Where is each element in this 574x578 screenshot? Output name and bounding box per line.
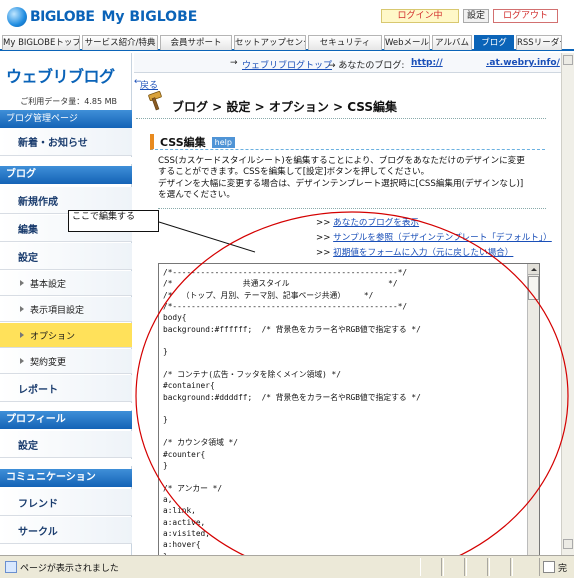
tab-blog[interactable]: ブログ — [474, 35, 514, 50]
status-bar: ページが表示されました 完 — [0, 555, 574, 578]
sidebar-community-header: コミュニケーション — [0, 469, 132, 487]
description-line: CSS(カスケードスタイルシート)を編集することにより、ブログをあなただけのデザ… — [158, 156, 525, 166]
status-cell — [420, 558, 442, 576]
logo-my-text: My BIGLOBE — [101, 9, 198, 25]
status-cell — [489, 558, 511, 576]
usage-info: ご利用データ量：4.85 MB — [20, 97, 117, 106]
blog-url-link[interactable]: http:// — [411, 58, 443, 68]
zone-icon — [543, 561, 555, 573]
tab-setup-center[interactable]: セットアップセンター — [234, 35, 306, 50]
section-title: CSS編集 — [160, 136, 206, 149]
triangle-right-icon — [20, 332, 24, 338]
link-prefix: >> — [316, 248, 331, 258]
sidebar-item-options[interactable]: オプション — [0, 323, 132, 348]
sidebar: ウェブリブログ ご利用データ量：4.85 MB ブログ管理ページ 新着・お知らせ… — [0, 53, 132, 555]
tab-album[interactable]: アルバム — [432, 35, 472, 50]
sample-link-row: >> サンプルを参照（デザインテンプレート「デフォルト」） — [316, 231, 552, 243]
description-line: を選んでください。 — [158, 190, 235, 201]
logo-text: BIGLOBE — [30, 9, 95, 25]
sidebar-item-label: 表示項目設定 — [30, 305, 85, 316]
description: CSS(カスケードスタイルシート)を編集することにより、ブログをあなただけのデザ… — [158, 156, 548, 202]
your-blog-label: → あなたのブログ: — [328, 61, 405, 71]
description-line: デザインを大幅に変更する場合は、デザインテンプレート選択時に[CSS編集用(デザ… — [158, 178, 524, 189]
help-button[interactable]: help — [211, 137, 235, 148]
page-icon — [5, 561, 17, 573]
status-cell — [512, 558, 540, 576]
tab-rss-reader[interactable]: RSSリーダー — [516, 35, 562, 50]
tab-services[interactable]: サービス紹介/特典 — [82, 35, 158, 50]
sidebar-item-profile-settings[interactable]: 設定 — [0, 431, 132, 458]
sidebar-item-display-settings[interactable]: 表示項目設定 — [0, 297, 132, 322]
section-header: CSS編集 help — [150, 134, 545, 150]
sample-template-link[interactable]: サンプルを参照（デザインテンプレート「デフォルト」） — [333, 233, 552, 243]
triangle-right-icon — [20, 280, 24, 286]
link-prefix: >> — [316, 218, 331, 228]
status-zone-text: 完 — [558, 564, 568, 574]
link-prefix: >> — [316, 233, 331, 243]
annotation-callout: ここで編集する — [68, 210, 159, 232]
scroll-thumb[interactable] — [528, 276, 539, 300]
description-line: することができます。CSSを編集して[設定]ボタンを押してください。 — [158, 167, 430, 178]
arrow-right-icon: → — [230, 58, 238, 68]
scroll-down-icon[interactable] — [563, 539, 573, 549]
sidebar-item-label: オプション — [30, 331, 76, 342]
editor-scrollbar[interactable] — [527, 264, 539, 559]
reset-link-row: >> 初期値をフォームに入力（元に戻したい場合） — [316, 246, 513, 258]
sidebar-item-basic-settings[interactable]: 基本設定 — [0, 271, 132, 296]
scroll-up-icon[interactable] — [563, 55, 573, 65]
blog-url-suffix[interactable]: .at.webry.info/ — [486, 58, 560, 68]
status-text: ページが表示されました — [20, 564, 119, 574]
tab-mybiglobe-top[interactable]: My BIGLOBEトップ — [2, 35, 80, 50]
webry-blog-top-link[interactable]: ウェブリブログトップ — [242, 58, 332, 71]
main-nav-tabs: My BIGLOBEトップ サービス紹介/特典 会員サポート セットアップセンタ… — [0, 34, 574, 51]
scroll-up-icon[interactable] — [528, 264, 539, 275]
reset-defaults-link[interactable]: 初期値をフォームに入力（元に戻したい場合） — [333, 248, 513, 258]
settings-button[interactable]: 設定 — [463, 9, 489, 23]
logout-button[interactable]: ログアウト — [493, 9, 558, 23]
sidebar-item-news[interactable]: 新着・お知らせ — [0, 128, 132, 156]
css-editor-textarea[interactable]: /*--------------------------------------… — [158, 263, 540, 560]
status-cell — [443, 558, 465, 576]
view-blog-link[interactable]: あなたのブログを表示 — [333, 218, 419, 228]
description-divider — [158, 208, 546, 209]
sidebar-item-label: 契約変更 — [30, 357, 67, 368]
biglobe-ball-icon — [7, 7, 27, 27]
sidebar-item-contract-change[interactable]: 契約変更 — [0, 349, 132, 374]
site-title[interactable]: ウェブリブログ — [6, 63, 115, 87]
page-title: ブログ > 設定 > オプション > CSS編集 — [172, 100, 398, 114]
page-scrollbar[interactable] — [561, 53, 574, 555]
tab-support[interactable]: 会員サポート — [160, 35, 232, 50]
triangle-right-icon — [20, 306, 24, 312]
sidebar-item-report[interactable]: レポート — [0, 375, 132, 402]
tab-security[interactable]: セキュリティ — [308, 35, 382, 50]
sidebar-blog-header: ブログ — [0, 166, 132, 184]
title-divider — [136, 118, 546, 119]
sidebar-item-settings[interactable]: 設定 — [0, 243, 132, 270]
css-editor-content: /*--------------------------------------… — [163, 268, 421, 559]
sidebar-manage-header[interactable]: ブログ管理ページ — [0, 110, 132, 128]
sidebar-item-circle[interactable]: サークル — [0, 517, 132, 544]
sidebar-item-friends[interactable]: フレンド — [0, 489, 132, 516]
triangle-right-icon — [20, 358, 24, 364]
annotation-pointer-line — [158, 221, 256, 253]
blog-breadcrumb-bar: → ウェブリブログトップ → あなたのブログ: http:// .at.webr… — [134, 53, 574, 73]
login-status-badge: ログイン中 — [381, 9, 459, 23]
tab-webmail[interactable]: Webメール — [384, 35, 430, 50]
view-blog-link-row: >> あなたのブログを表示 — [316, 216, 419, 228]
status-cell — [466, 558, 488, 576]
sidebar-profile-header: プロフィール — [0, 411, 132, 429]
biglobe-logo[interactable]: BIGLOBE My BIGLOBE — [7, 6, 197, 28]
hammer-icon — [148, 91, 162, 111]
back-link[interactable]: 戻る — [140, 78, 158, 91]
sidebar-item-label: 基本設定 — [30, 279, 67, 290]
top-bar: BIGLOBE My BIGLOBE ログイン中 設定 ログアウト — [0, 0, 574, 34]
